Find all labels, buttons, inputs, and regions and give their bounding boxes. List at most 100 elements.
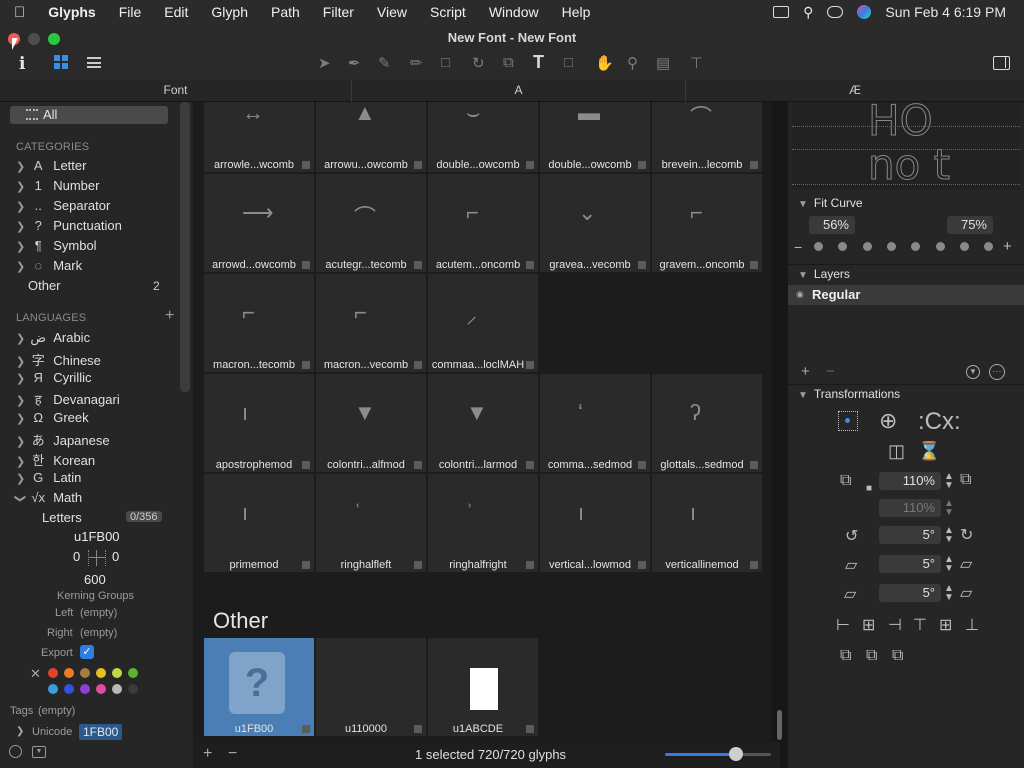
rotate-cw-icon[interactable]: ↻ xyxy=(960,525,973,545)
scale-x-field[interactable]: 110% xyxy=(879,472,941,490)
display-icon[interactable] xyxy=(773,6,790,18)
glyph-cell[interactable]: ʻ comma...sedmod xyxy=(540,374,650,472)
menu-glyphs[interactable]: Glyphs xyxy=(48,4,95,20)
tab-ae[interactable]: Æ xyxy=(686,80,1024,102)
glyph-cell[interactable]: ı primemod xyxy=(204,474,314,572)
glyph-cell[interactable]: ⌐ macron...tecomb xyxy=(204,274,314,372)
menu-script[interactable]: Script xyxy=(430,4,466,20)
control-center-icon[interactable] xyxy=(827,6,844,18)
align-bottom-icon[interactable]: ⊥ xyxy=(965,615,979,635)
color-swatch[interactable] xyxy=(80,684,90,694)
mirror-vertical-icon[interactable]: ⌛ xyxy=(918,441,940,462)
menu-filter[interactable]: Filter xyxy=(323,4,354,20)
fit-curve-step-dot[interactable] xyxy=(814,242,823,251)
category-number[interactable]: ❯ 1 Number xyxy=(16,178,99,193)
align-left-icon[interactable]: ⊢ xyxy=(836,615,850,635)
glyph-width[interactable]: 600 xyxy=(84,572,106,587)
category-punctuation[interactable]: ❯? Punctuation xyxy=(16,218,122,233)
grid-scrollbar-thumb[interactable] xyxy=(777,710,782,740)
zoom-tool-icon[interactable]: ⚲ xyxy=(627,54,638,72)
glyph-cell[interactable]: ▬ double...owcomb xyxy=(540,102,650,172)
grid-view-button[interactable] xyxy=(54,55,68,69)
subtract-icon[interactable]: ⧉ xyxy=(866,647,877,665)
slant-left-icon[interactable]: ▱ xyxy=(845,555,857,575)
color-swatch[interactable] xyxy=(64,668,74,678)
color-swatch[interactable] xyxy=(96,684,106,694)
language-korean[interactable]: ❯ 한 Korean xyxy=(16,450,95,469)
annotation-tool-icon[interactable]: □ xyxy=(564,54,573,71)
color-swatch[interactable] xyxy=(112,668,122,678)
emoji-icon[interactable] xyxy=(9,745,22,758)
transformations-header[interactable]: ▼ Transformations xyxy=(798,387,900,401)
add-layer-icon[interactable]: + xyxy=(801,363,810,380)
rotate-field[interactable]: 5° xyxy=(879,526,941,544)
search-icon[interactable]: ⚲ xyxy=(803,4,813,21)
siri-icon[interactable] xyxy=(857,5,872,19)
union-icon[interactable]: ⧉ xyxy=(840,647,851,665)
scale-y-stepper[interactable]: ▲ ▼ xyxy=(944,499,954,518)
filter-layers-icon[interactable]: ▼ xyxy=(966,365,980,379)
lock-proportions-icon[interactable]: ■ xyxy=(866,483,872,494)
glyph-cell[interactable]: ↔ arrowle...wcomb xyxy=(204,102,314,172)
export-checkbox[interactable]: ✓ xyxy=(80,645,94,659)
sidebar-scrollbar[interactable] xyxy=(180,102,190,392)
category-separator[interactable]: ❯.. Separator xyxy=(16,198,110,213)
info-icon[interactable]: i xyxy=(19,54,25,74)
layer-eye-icon[interactable]: ◉ xyxy=(796,289,804,300)
guide-tool-icon[interactable]: ⊤ xyxy=(690,54,703,72)
language-cyrillic[interactable]: ❯ Я Cyrillic xyxy=(16,370,92,385)
tab-font[interactable]: Font xyxy=(0,80,352,102)
menu-path[interactable]: Path xyxy=(271,4,300,20)
intersect-icon[interactable]: ⧉ xyxy=(892,647,903,665)
category-symbol[interactable]: ❯ ¶ Symbol xyxy=(16,238,97,253)
glyph-cell[interactable]: ⌒ brevein...lecomb xyxy=(652,102,762,172)
zoom-slider[interactable] xyxy=(665,747,771,761)
pencil-tool-icon[interactable]: ✎ xyxy=(378,54,391,72)
fit-curve-step-dot[interactable] xyxy=(935,242,945,251)
left-sidebearing[interactable]: 0 xyxy=(73,549,80,564)
menu-glyph[interactable]: Glyph xyxy=(211,4,248,20)
fit-curve-step-dot[interactable] xyxy=(911,242,921,251)
bounding-box-icon[interactable] xyxy=(838,411,858,431)
kerning-left-value[interactable]: (empty) xyxy=(80,607,117,619)
fit-curve-step-dot[interactable] xyxy=(959,242,969,251)
color-swatch[interactable] xyxy=(48,668,58,678)
fit-curve-step-dot[interactable] xyxy=(984,242,994,251)
right-sidebearing[interactable]: 0 xyxy=(112,549,119,564)
rotate-stepper[interactable]: ▲ ▼ xyxy=(944,526,954,545)
glyph-cell[interactable]: ▲ arrowu...owcomb xyxy=(316,102,426,172)
align-middle-icon[interactable]: ⊞ xyxy=(939,615,952,635)
color-swatch[interactable] xyxy=(48,684,58,694)
slant-y-field[interactable]: 5° xyxy=(879,584,941,602)
fit-curve-step-dot[interactable] xyxy=(886,242,896,251)
remove-layer-icon[interactable]: − xyxy=(826,363,835,380)
anchor-cx-icon[interactable]: :Cx: xyxy=(918,408,961,436)
scale-tool-icon[interactable]: ⧉ xyxy=(503,54,514,71)
color-swatch[interactable] xyxy=(128,684,138,694)
glyph-cell[interactable]: ʔ glottals...sedmod xyxy=(652,374,762,472)
menu-file[interactable]: File xyxy=(119,4,142,20)
remove-glyph-icon[interactable]: − xyxy=(228,745,237,763)
align-right-icon[interactable]: ⊣ xyxy=(888,615,902,635)
glyph-cell-selected[interactable]: ? u1FB00 xyxy=(204,638,314,736)
kerning-right-value[interactable]: (empty) xyxy=(80,627,117,639)
glyph-cell[interactable]: ı apostrophemod xyxy=(204,374,314,472)
menu-edit[interactable]: Edit xyxy=(164,4,188,20)
scale-down-icon[interactable]: ⧉ xyxy=(840,472,851,490)
dropdown-icon[interactable]: ▼ xyxy=(32,746,46,758)
slant-vertical-up-icon[interactable]: ▱ xyxy=(960,583,972,603)
glyph-cell[interactable]: ⟶ arrowd...owcomb xyxy=(204,174,314,272)
glyph-cell[interactable]: ʿ ringhalfleft xyxy=(316,474,426,572)
unicode-disclosure-icon[interactable]: ❯ xyxy=(16,726,24,737)
glyph-cell[interactable]: ʾ ringhalfright xyxy=(428,474,538,572)
align-center-icon[interactable]: ⊞ xyxy=(862,615,875,635)
glyph-cell[interactable]: ⌐ acutem...oncomb xyxy=(428,174,538,272)
menu-view[interactable]: View xyxy=(377,4,407,20)
slant-vertical-down-icon[interactable]: ▱ xyxy=(844,584,856,604)
language-arabic[interactable]: ❯ ض Arabic xyxy=(16,330,90,346)
tab-a[interactable]: A xyxy=(352,80,686,102)
fit-curve-step-dot[interactable] xyxy=(838,242,848,251)
glyph-cell[interactable]: ⸝ commaa...loclMAH xyxy=(428,274,538,372)
hand-tool-icon[interactable]: ✋ xyxy=(595,54,614,72)
color-swatch[interactable] xyxy=(128,668,138,678)
